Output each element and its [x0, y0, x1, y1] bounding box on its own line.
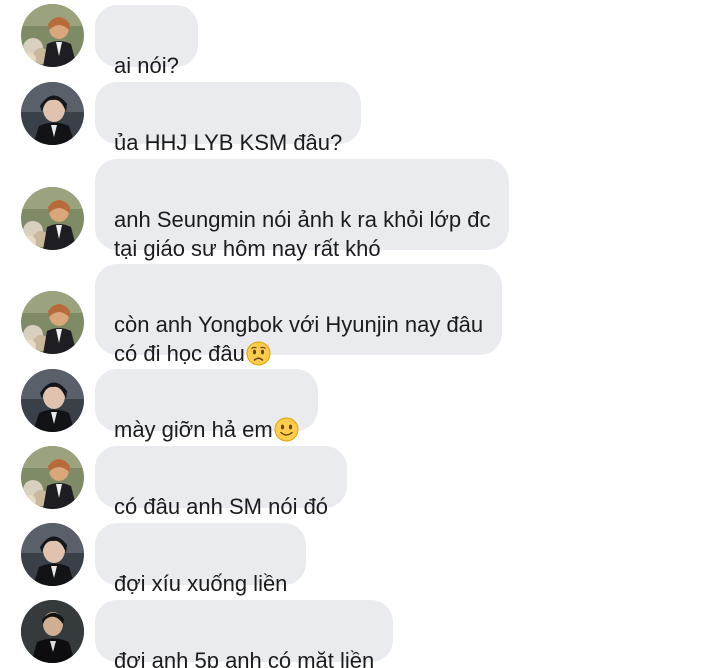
message-text: ủa HHJ LYB KSM đâu?: [114, 130, 343, 155]
message-text: đợi xíu xuống liền: [114, 571, 288, 596]
message-bubble[interactable]: còn anh Yongbok với Hyunjin nay đâu có đ…: [95, 264, 503, 366]
avatar-sender-a[interactable]: [21, 187, 84, 250]
avatar-sender-a[interactable]: [21, 291, 84, 354]
worried-face-icon: [246, 341, 271, 366]
slightly-smiling-face-icon: [274, 417, 299, 442]
message-text: mày giỡn hả em: [114, 417, 273, 442]
message-text: còn anh Yongbok với Hyunjin nay đâu có đ…: [114, 312, 484, 366]
avatar-sender-b[interactable]: [21, 82, 84, 145]
message-text: có đâu anh SM nói đó: [114, 494, 329, 519]
message-bubble[interactable]: ủa HHJ LYB KSM đâu?: [95, 82, 362, 155]
message-bubble[interactable]: đợi anh 5p anh có mặt liền: [95, 600, 394, 668]
message-text: anh Seungmin nói ảnh k ra khỏi lớp đc tạ…: [114, 207, 491, 261]
avatar-sender-a[interactable]: [21, 446, 84, 509]
avatar-sender-b[interactable]: [21, 369, 84, 432]
avatar-sender-a[interactable]: [21, 4, 84, 67]
message-bubble[interactable]: có đâu anh SM nói đó: [95, 446, 348, 519]
chat-thread: ai nói? ủa HHJ LYB KSM đâu? anh Seungmin…: [0, 0, 720, 668]
message-bubble[interactable]: đợi xíu xuống liền: [95, 523, 307, 596]
message-text: ai nói?: [114, 53, 179, 78]
message-text: đợi anh 5p anh có mặt liền: [114, 648, 375, 668]
message-bubble[interactable]: anh Seungmin nói ảnh k ra khỏi lớp đc tạ…: [95, 159, 510, 261]
message-bubble[interactable]: ai nói?: [95, 5, 198, 78]
avatar-sender-b[interactable]: [21, 523, 84, 586]
avatar-sender-c[interactable]: [21, 600, 84, 663]
message-bubble[interactable]: mày giỡn hả em: [95, 369, 318, 442]
